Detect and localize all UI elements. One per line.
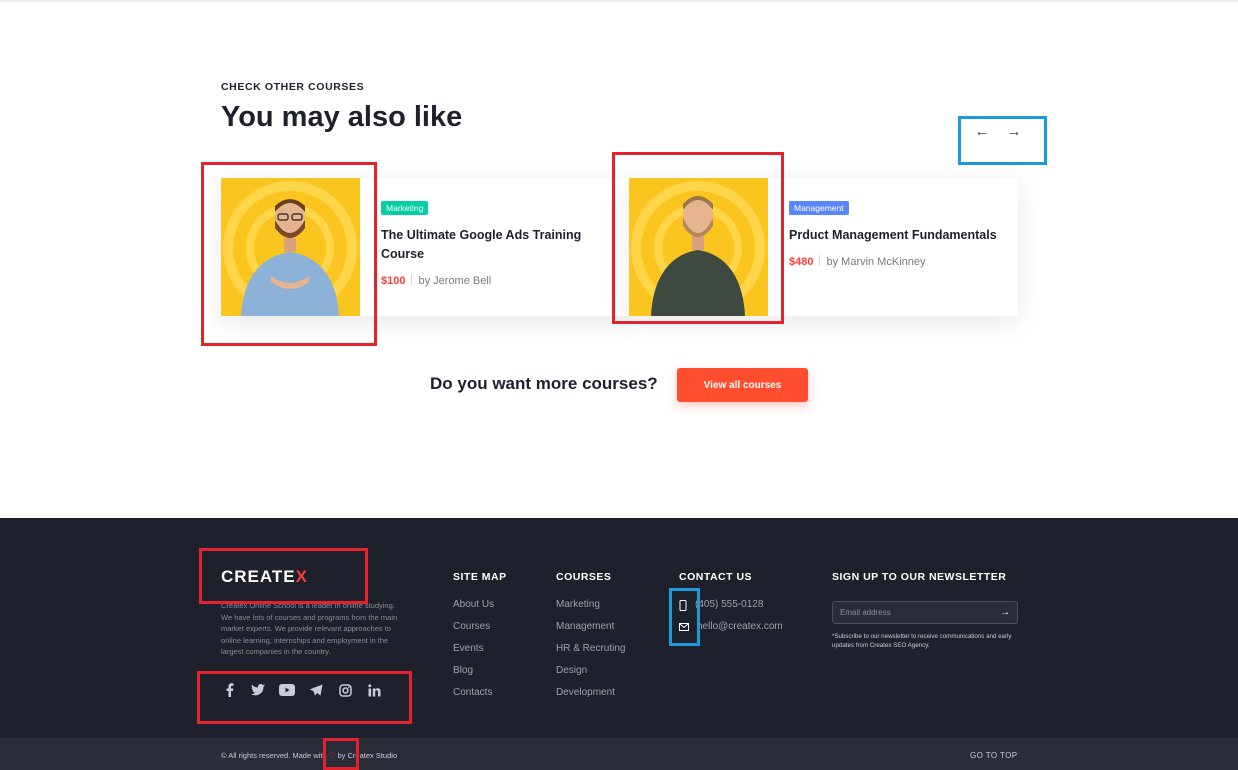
highlight-box (323, 738, 359, 770)
meta-divider (411, 274, 413, 285)
phone-number: (405) 555-0128 (695, 599, 764, 610)
footer-link-blog[interactable]: Blog (453, 660, 507, 682)
newsletter-column: SIGN UP TO OUR NEWSLETTER (832, 571, 1006, 594)
section-heading: You may also like (221, 101, 463, 133)
footer-about-text: Createx Online School is a leader in onl… (221, 601, 398, 656)
footer-link-contacts[interactable]: Contacts (453, 682, 507, 704)
footer-link-marketing[interactable]: Marketing (556, 594, 625, 616)
email-address: hello@createx.com (697, 621, 783, 632)
newsletter-note: *Subscribe to our newsletter to receive … (832, 633, 1012, 649)
highlight-box (612, 152, 784, 324)
highlight-box (958, 116, 1047, 165)
footer-bottom-bar: © All rights reserved. Made with ♡ by Cr… (0, 738, 1238, 770)
sitemap-heading: SITE MAP (453, 571, 507, 583)
top-divider (0, 0, 1238, 2)
course-title[interactable]: The Ultimate Google Ads Training Course (381, 226, 611, 264)
meta-divider (819, 255, 821, 266)
contact-heading: CONTACT US (679, 571, 753, 583)
courses-column: COURSES Marketing Management HR & Recrut… (556, 571, 625, 704)
email-input[interactable] (840, 608, 990, 617)
newsletter-email-field: → (832, 601, 1018, 624)
course-title[interactable]: Prduct Management Fundamentals (789, 226, 1019, 245)
footer-link-events[interactable]: Events (453, 638, 507, 660)
course-author: by Marvin McKinney (826, 256, 926, 268)
highlight-box (197, 671, 412, 724)
copyright-text: © All rights reserved. Made with (221, 751, 327, 760)
footer-link-about[interactable]: About Us (453, 594, 507, 616)
view-all-courses-button[interactable]: View all courses (677, 368, 808, 402)
go-to-top-link[interactable]: GO TO TOP (970, 751, 1017, 760)
arrow-right-icon[interactable]: → (1000, 607, 1010, 618)
category-badge: Management (789, 201, 849, 215)
highlight-box (201, 162, 377, 346)
highlight-box (669, 588, 700, 646)
section-eyebrow: CHECK OTHER COURSES (221, 81, 365, 93)
newsletter-heading: SIGN UP TO OUR NEWSLETTER (832, 571, 1007, 583)
cta-text: Do you want more courses? (430, 374, 658, 393)
highlight-box (199, 548, 368, 604)
footer: CREATEX Createx Online School is a leade… (0, 518, 1238, 770)
category-badge: Marketing (381, 201, 429, 215)
sitemap-column: SITE MAP About Us Courses Events Blog Co… (453, 571, 507, 704)
copyright: © All rights reserved. Made with ♡ by Cr… (221, 751, 397, 760)
footer-link-courses[interactable]: Courses (453, 616, 507, 638)
footer-link-development[interactable]: Development (556, 682, 625, 704)
courses-heading: COURSES (556, 571, 612, 583)
footer-link-management[interactable]: Management (556, 616, 625, 638)
footer-link-hr[interactable]: HR & Recruting (556, 638, 625, 660)
footer-link-design[interactable]: Design (556, 660, 625, 682)
course-price: $480 (789, 256, 814, 268)
course-price: $100 (381, 275, 406, 287)
course-author: by Jerome Bell (418, 275, 492, 287)
